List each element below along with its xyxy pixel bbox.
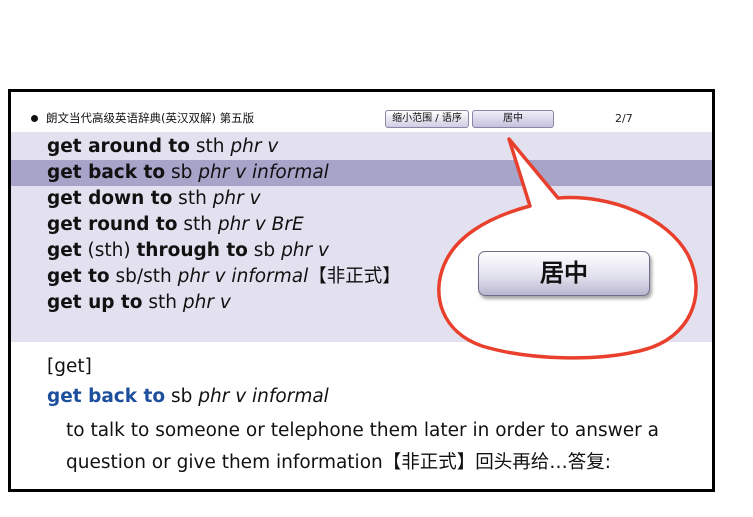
entry-object: sb <box>165 162 199 183</box>
entry-phrase: get back to <box>47 162 166 183</box>
dictionary-title: 朗文当代高级英语辞典(英汉双解) 第五版 <box>46 111 255 125</box>
entry-object: sth <box>177 214 218 235</box>
entry-label: phr v <box>182 292 231 313</box>
entry-object: sth <box>189 136 231 157</box>
header-bar: 朗文当代高级英语辞典(英汉双解) 第五版 缩小范围 / 语序 居中 2/7 <box>11 92 712 132</box>
entry-phrase: get <box>47 240 82 261</box>
entry-register: 【非正式】 <box>308 266 401 287</box>
entry-label: phr v <box>230 136 279 157</box>
entry-title-object: sb <box>165 386 199 407</box>
entry-label: phr v <box>212 188 261 209</box>
list-item[interactable]: get round to sth phr v BrE <box>11 212 712 238</box>
entry-phrase: get up to <box>47 292 143 313</box>
phrase-list: get around to sth phr v get back to sb p… <box>11 132 712 342</box>
entry-label: phr v informal <box>177 266 309 287</box>
entry-object-2: sb <box>247 240 282 261</box>
narrow-range-button[interactable]: 缩小范围 / 语序 <box>385 110 469 128</box>
entry-phrase: get to <box>47 266 110 287</box>
list-item[interactable]: get down to sth phr v <box>11 186 712 212</box>
callout-center-button[interactable]: 居中 <box>478 251 650 296</box>
entry-object: sth <box>142 292 183 313</box>
entry-phrase: get around to <box>47 136 190 157</box>
entry-label: phr v <box>281 240 329 261</box>
entry-detail: [get] get back to sb phr v informal to t… <box>11 342 712 489</box>
page-indicator: 2/7 <box>615 112 633 125</box>
entry-label: phr v BrE <box>217 214 304 235</box>
definition-line-2: question or give them information【非正式】回头… <box>66 452 611 473</box>
entry-title-label: phr v informal <box>198 386 329 407</box>
entry-title-phrase: get back to <box>47 386 166 407</box>
entry-phrase: get round to <box>47 214 178 235</box>
list-item[interactable]: get around to sth phr v <box>11 134 712 160</box>
entry-object: sb/sth <box>109 266 178 287</box>
entry-label: phr v informal <box>198 162 329 183</box>
bullet-icon <box>31 115 38 122</box>
entry-object: sth <box>172 188 213 209</box>
entry-phrase: get down to <box>47 188 173 209</box>
headword-tag: [get] <box>47 356 92 377</box>
definition-line-1: to talk to someone or telephone them lat… <box>66 420 659 441</box>
center-button[interactable]: 居中 <box>472 110 554 128</box>
list-item-selected[interactable]: get back to sb phr v informal <box>11 160 712 186</box>
entry-title: get back to sb phr v informal <box>47 384 329 410</box>
entry-phrase-part2: through to <box>136 240 248 261</box>
entry-object: (sth) <box>81 240 137 261</box>
